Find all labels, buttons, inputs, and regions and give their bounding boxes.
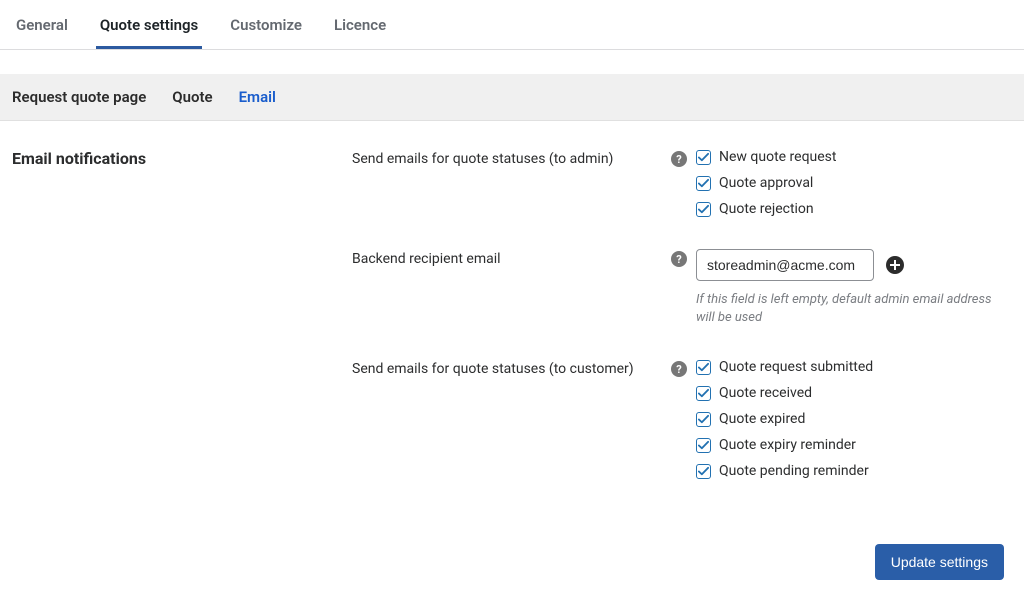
checkbox-icon: [696, 386, 711, 401]
checkbox-icon: [696, 438, 711, 453]
checkbox-label: Quote request submitted: [719, 359, 873, 375]
subtab-request-quote-page[interactable]: Request quote page: [12, 88, 146, 106]
label-customer-statuses: Send emails for quote statuses (to custo…: [352, 361, 634, 377]
checkbox-label: Quote approval: [719, 175, 813, 191]
checkbox-quote-expiry-reminder[interactable]: Quote expiry reminder: [696, 437, 1012, 453]
checkbox-quote-pending-reminder[interactable]: Quote pending reminder: [696, 463, 1012, 479]
checkbox-icon: [696, 150, 711, 165]
tab-licence[interactable]: Licence: [330, 10, 390, 49]
checkbox-new-quote-request[interactable]: New quote request: [696, 149, 1012, 165]
checkbox-icon: [696, 412, 711, 427]
checkbox-quote-expired[interactable]: Quote expired: [696, 411, 1012, 427]
checkbox-label: Quote rejection: [719, 201, 814, 217]
field-backend-recipient-email: Backend recipient email ? If this field …: [352, 249, 1012, 327]
add-recipient-button[interactable]: [886, 256, 904, 274]
checkbox-icon: [696, 360, 711, 375]
checkbox-label: Quote expiry reminder: [719, 437, 856, 453]
checkbox-icon: [696, 464, 711, 479]
tab-quote-settings[interactable]: Quote settings: [96, 10, 202, 49]
tab-customize[interactable]: Customize: [226, 10, 306, 49]
checkbox-quote-request-submitted[interactable]: Quote request submitted: [696, 359, 1012, 375]
label-backend-recipient-email: Backend recipient email: [352, 251, 501, 267]
recipient-hint: If this field is left empty, default adm…: [696, 291, 1012, 327]
checkbox-label: Quote expired: [719, 411, 805, 427]
help-icon[interactable]: ?: [671, 361, 687, 377]
subtab-quote[interactable]: Quote: [172, 88, 212, 106]
checkbox-label: Quote pending reminder: [719, 463, 869, 479]
label-admin-statuses: Send emails for quote statuses (to admin…: [352, 151, 613, 167]
checkbox-quote-received[interactable]: Quote received: [696, 385, 1012, 401]
checkbox-icon: [696, 202, 711, 217]
section-title: Email notifications: [12, 149, 352, 168]
top-tabs: General Quote settings Customize Licence: [0, 0, 1024, 50]
sub-tabs: Request quote page Quote Email: [0, 74, 1024, 121]
checkbox-label: Quote received: [719, 385, 812, 401]
checkbox-quote-rejection[interactable]: Quote rejection: [696, 201, 1012, 217]
backend-recipient-email-input[interactable]: [696, 249, 874, 281]
subtab-email[interactable]: Email: [239, 88, 276, 106]
help-icon[interactable]: ?: [671, 251, 687, 267]
field-admin-statuses: Send emails for quote statuses (to admin…: [352, 149, 1012, 217]
help-icon[interactable]: ?: [671, 151, 687, 167]
field-customer-statuses: Send emails for quote statuses (to custo…: [352, 359, 1012, 479]
checkbox-quote-approval[interactable]: Quote approval: [696, 175, 1012, 191]
checkbox-label: New quote request: [719, 149, 836, 165]
tab-general[interactable]: General: [12, 10, 72, 49]
checkbox-icon: [696, 176, 711, 191]
update-settings-button[interactable]: Update settings: [875, 544, 1004, 580]
